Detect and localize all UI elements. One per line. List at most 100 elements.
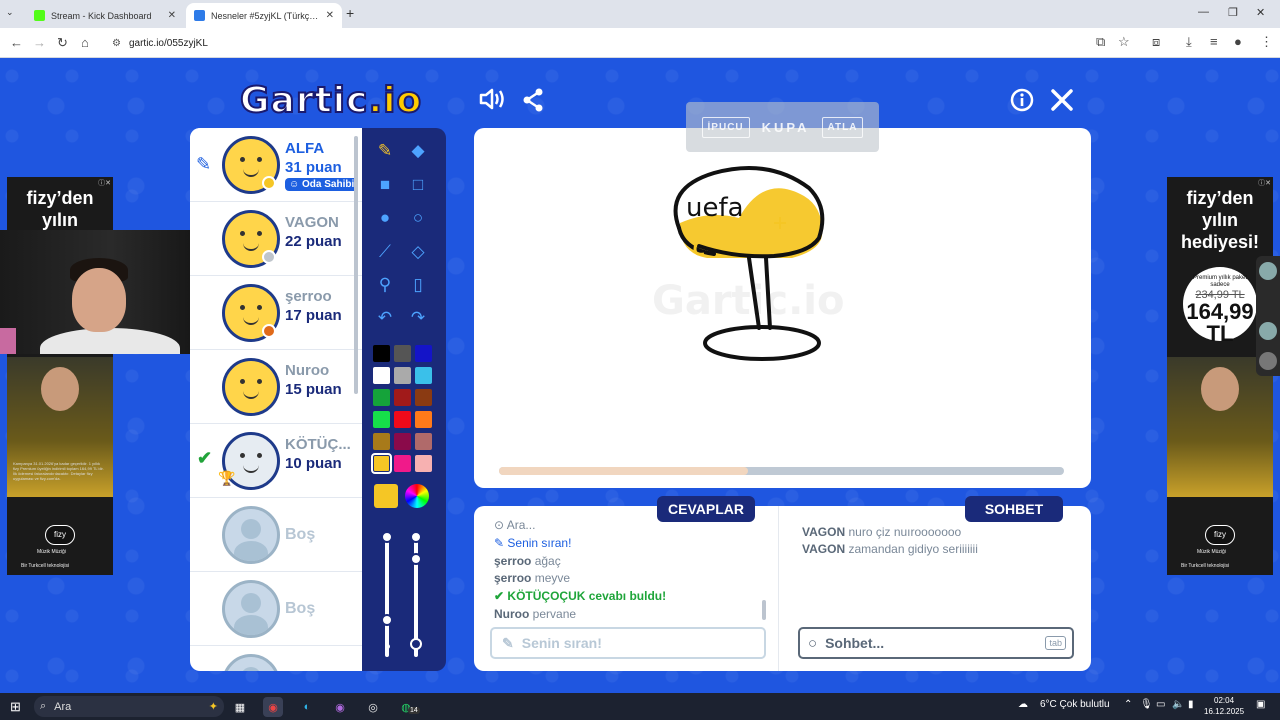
tab-gartic[interactable]: Nesneler #5zyjKL (Türkçe) - Gartic.io ✕ xyxy=(186,3,342,28)
color-swatch[interactable] xyxy=(415,455,432,472)
mic-tray-icon[interactable]: 🎙 xyxy=(1140,699,1153,710)
weather-text[interactable]: 6°C Çok bulutlu xyxy=(1040,699,1110,710)
battery-icon[interactable]: ▮ xyxy=(1188,699,1194,710)
reload-icon[interactable]: ↻ xyxy=(57,35,68,51)
extensions-icon[interactable]: ⧈ xyxy=(1152,34,1160,50)
drawing-canvas[interactable]: Gartic.io uefa xyxy=(474,128,1091,488)
empty-slot[interactable]: Boş xyxy=(190,498,362,572)
pencil-tool-icon[interactable]: ✎ xyxy=(370,136,400,166)
hint-button[interactable]: İPUCU xyxy=(701,116,750,138)
edge-taskbar-icon[interactable]: ◐ xyxy=(297,697,317,717)
color-swatch[interactable] xyxy=(394,389,411,406)
eyedropper-tool-icon[interactable]: ⚲ xyxy=(370,270,400,300)
reading-list-icon[interactable]: ≡ xyxy=(1210,34,1218,49)
windows-start-icon[interactable]: ⊞ xyxy=(10,699,21,715)
new-tab-icon[interactable]: + xyxy=(346,5,354,21)
filled-circle-tool-icon[interactable]: ● xyxy=(370,203,400,233)
fill-tool-icon[interactable]: ◇ xyxy=(403,237,433,267)
color-swatch[interactable] xyxy=(394,367,411,384)
more-menu-icon[interactable]: ⋮ xyxy=(1260,34,1273,50)
redo-tool-icon[interactable]: ↷ xyxy=(403,303,433,333)
share-icon[interactable] xyxy=(522,88,544,112)
undo-tool-icon[interactable]: ↶ xyxy=(370,303,400,333)
restore-icon[interactable]: ❐ xyxy=(1228,6,1238,19)
chrome-taskbar-icon[interactable]: ◉ xyxy=(263,697,283,717)
color-swatch[interactable] xyxy=(373,411,390,428)
side-avatar-icon[interactable] xyxy=(1259,322,1277,340)
clock[interactable]: 02:04 16.12.2025 xyxy=(1204,695,1244,717)
brush-size-knob[interactable] xyxy=(381,614,393,626)
chat-input[interactable]: ○ Sohbet... tab xyxy=(798,627,1074,659)
close-room-icon[interactable] xyxy=(1050,88,1074,112)
opacity-knob[interactable] xyxy=(410,553,422,565)
color-swatch[interactable] xyxy=(394,411,411,428)
tab-chat[interactable]: SOHBET xyxy=(965,496,1063,522)
volume-icon[interactable]: 🔈 xyxy=(1172,699,1184,710)
close-tab-icon[interactable]: ✕ xyxy=(168,10,176,21)
close-window-icon[interactable]: ✕ xyxy=(1256,6,1265,19)
mic-icon[interactable] xyxy=(1259,352,1277,370)
player-row[interactable]: ✎ ALFA 31 puan ☺ Oda Sahibi xyxy=(190,128,362,202)
color-swatch[interactable] xyxy=(394,455,411,472)
line-tool-icon[interactable]: ⟋ xyxy=(370,237,400,267)
back-icon[interactable]: ← xyxy=(10,35,23,50)
answers-scrollbar[interactable] xyxy=(762,600,766,620)
players-scrollbar[interactable] xyxy=(354,136,358,394)
tab-search-icon[interactable]: ⌄ xyxy=(6,7,14,18)
sound-icon[interactable] xyxy=(478,86,506,112)
player-row[interactable]: şerroo 17 puan xyxy=(190,276,362,350)
color-swatch[interactable] xyxy=(373,389,390,406)
ad-info-icon[interactable]: ⓘ✕ xyxy=(98,178,111,188)
gartic-logo[interactable]: Gartic.io xyxy=(239,79,422,122)
circle-tool-icon[interactable]: ○ xyxy=(403,203,433,233)
eraser-tool-icon[interactable]: ◆ xyxy=(403,136,433,166)
color-swatch[interactable] xyxy=(415,433,432,450)
right-ad-banner[interactable]: ⓘ✕ fizy’den yılın hediyesi! Premium yıll… xyxy=(1167,177,1273,575)
chrome-alt-taskbar-icon[interactable]: ◉ xyxy=(330,697,350,717)
download-icon[interactable]: ⤓ xyxy=(1186,34,1192,50)
side-avatar-icon[interactable] xyxy=(1259,262,1277,280)
color-swatch[interactable] xyxy=(394,433,411,450)
bookmark-star-icon[interactable]: ☆ xyxy=(1118,34,1130,50)
color-picker-icon[interactable] xyxy=(405,484,429,508)
color-swatch[interactable] xyxy=(373,367,390,384)
close-tab-icon[interactable]: ✕ xyxy=(326,10,334,21)
empty-slot[interactable]: Boş xyxy=(190,572,362,646)
color-swatch[interactable] xyxy=(394,345,411,362)
tray-chevron-icon[interactable]: ⌃ xyxy=(1124,699,1132,710)
tab-kick-dashboard[interactable]: Stream - Kick Dashboard ✕ xyxy=(26,3,184,28)
taskbar-search[interactable]: ⌕ Ara ✦ xyxy=(34,696,224,717)
task-view-icon[interactable]: ▦ xyxy=(230,697,250,717)
filled-rect-tool-icon[interactable]: ■ xyxy=(370,170,400,200)
opacity-max-knob[interactable] xyxy=(410,531,422,543)
color-swatch[interactable] xyxy=(415,345,432,362)
player-row[interactable]: ✔ 🏆 KÖTÜÇ... 10 puan xyxy=(190,424,362,498)
color-swatch[interactable] xyxy=(415,411,432,428)
network-icon[interactable]: ▭ xyxy=(1156,699,1165,710)
color-swatch[interactable] xyxy=(373,345,390,362)
player-row[interactable]: VAGON 22 puan xyxy=(190,202,362,276)
page-tool-icon[interactable]: ▯ xyxy=(403,270,433,300)
current-color-swatch[interactable] xyxy=(374,484,398,508)
tab-answers[interactable]: CEVAPLAR xyxy=(657,496,755,522)
home-icon[interactable]: ⌂ xyxy=(81,35,89,50)
color-swatch[interactable] xyxy=(373,433,390,450)
url-bar[interactable]: ⚙ gartic.io/055zyjKL xyxy=(104,32,1144,54)
empty-slot[interactable] xyxy=(190,646,362,671)
weather-icon[interactable]: ☁ xyxy=(1018,699,1028,710)
skip-button[interactable]: ATLA xyxy=(821,116,864,138)
color-swatch[interactable] xyxy=(371,453,392,474)
answer-input[interactable]: ✎ Senin sıran! xyxy=(490,627,766,659)
color-swatch[interactable] xyxy=(415,389,432,406)
brush-size-max-knob[interactable] xyxy=(381,531,393,543)
ad-info-icon[interactable]: ⓘ✕ xyxy=(1258,178,1271,188)
brush-size-slider[interactable] xyxy=(385,537,389,657)
site-info-icon[interactable]: ⚙ xyxy=(112,38,121,49)
profile-avatar-icon[interactable]: ● xyxy=(1234,34,1242,49)
obs-taskbar-icon[interactable]: ◎ xyxy=(363,697,383,717)
player-row[interactable]: Nuroo 15 puan xyxy=(190,350,362,424)
forward-icon[interactable]: → xyxy=(33,35,46,50)
info-icon[interactable] xyxy=(1010,88,1034,112)
minimize-icon[interactable]: — xyxy=(1198,6,1209,18)
install-app-icon[interactable]: ⧉ xyxy=(1096,34,1105,50)
